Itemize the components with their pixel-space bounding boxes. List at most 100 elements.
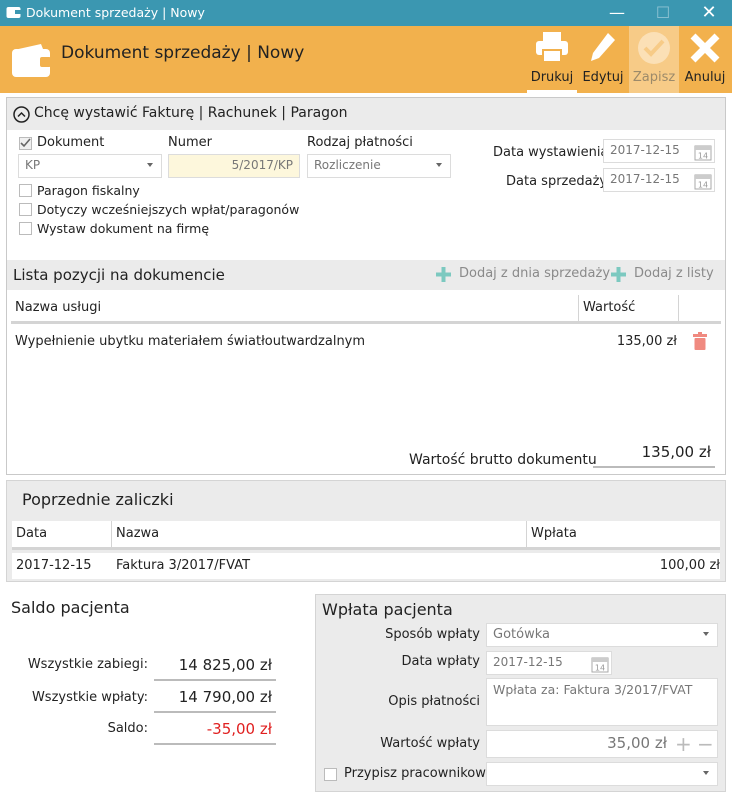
advance-date: 2017-12-15	[16, 558, 92, 573]
document-section-header[interactable]: Chcę wystawić Fakturę | Rachunek | Parag…	[7, 98, 725, 130]
wczesniejsze-wplaty-label: Dotyczy wcześniejszych wpłat/paragonów	[37, 202, 300, 217]
platnosc-select[interactable]: Rozliczenie	[307, 154, 451, 178]
pencil-icon	[591, 33, 615, 61]
page-title: Dokument sprzedaży | Nowy	[61, 43, 305, 63]
minimize-button[interactable]: —	[594, 0, 640, 26]
charges-value: 14 825,00 zł	[154, 656, 276, 681]
platnosc-label: Rodzaj płatności	[307, 135, 413, 150]
method-select[interactable]: Gotówka	[486, 623, 718, 647]
printer-icon	[536, 32, 568, 63]
page-header: Dokument sprzedaży | Nowy Drukuj Edytuj …	[0, 26, 732, 93]
plus-icon	[611, 267, 626, 282]
positions-header: Lista pozycji na dokumencie Dodaj z dnia…	[7, 260, 725, 290]
save-button[interactable]: Zapisz	[629, 26, 679, 93]
col-wartosc[interactable]: Wartość	[579, 295, 679, 321]
print-button[interactable]: Drukuj	[527, 26, 577, 93]
window-titlebar: Dokument sprzedaży | Nowy — ☐ ✕	[0, 0, 732, 26]
paragon-fiskalny-label: Paragon fiskalny	[37, 183, 140, 198]
assign-checkbox[interactable]	[324, 768, 337, 781]
date-field[interactable]: 2017-12-15 14	[486, 651, 612, 675]
calendar-icon[interactable]: 14	[694, 143, 712, 161]
assign-label: Przypisz pracownikowi	[344, 766, 490, 781]
col-wplata[interactable]: Wpłata	[527, 521, 720, 547]
numer-field[interactable]: 5/2017/KP	[168, 154, 300, 178]
plus-icon	[436, 267, 451, 282]
wczesniejsze-wplaty-checkbox[interactable]	[19, 203, 32, 216]
data-wystawienia-label: Data wystawienia	[493, 145, 609, 160]
decrease-button[interactable]: −	[697, 732, 714, 756]
balance-title: Saldo pacjenta	[11, 598, 130, 617]
platnosc-value: Rozliczenie	[314, 158, 381, 172]
desc-label: Opis płatności	[388, 694, 480, 709]
numer-label: Numer	[168, 135, 212, 150]
table-row[interactable]: Wypełnienie ubytku materiałem światłoutw…	[11, 329, 721, 355]
calendar-icon[interactable]: 14	[694, 172, 712, 190]
wallet-icon	[12, 44, 51, 77]
add-from-list-button[interactable]: Dodaj z listy	[634, 266, 714, 281]
amount-label: Wartość wpłaty	[380, 736, 480, 751]
add-from-day-button[interactable]: Dodaj z dnia sprzedaży	[459, 266, 610, 281]
total-label: Wartość brutto dokumentu	[409, 452, 597, 468]
assign-select[interactable]	[486, 762, 718, 786]
advances-table-header: Data Nazwa Wpłata	[12, 521, 720, 550]
window-title: Dokument sprzedaży | Nowy	[26, 5, 205, 20]
dokument-value: KP	[25, 158, 41, 172]
document-section: Chcę wystawić Fakturę | Rachunek | Parag…	[6, 97, 726, 475]
col-data[interactable]: Data	[12, 521, 112, 547]
check-icon	[638, 32, 670, 64]
dokument-select[interactable]: KP	[18, 154, 162, 178]
svg-text:14: 14	[698, 152, 708, 161]
advance-payment: 100,00 zł	[659, 558, 720, 573]
advance-name: Faktura 3/2017/FVAT	[116, 558, 251, 573]
charges-label: Wszystkie zabiegi:	[27, 657, 148, 672]
dokument-na-firme-checkbox[interactable]	[19, 222, 32, 235]
payment-title: Wpłata pacjenta	[322, 600, 453, 619]
desc-textarea[interactable]: Wpłata za: Faktura 3/2017/FVAT	[486, 678, 718, 726]
close-icon	[690, 33, 720, 63]
total-value: 135,00 zł	[593, 443, 715, 468]
data-sprzedazy-label: Data sprzedaży	[506, 174, 608, 189]
chevron-down-icon	[703, 771, 709, 775]
maximize-button[interactable]: ☐	[640, 0, 686, 26]
checkmark-icon	[20, 138, 31, 148]
payment-section: Wpłata pacjenta Sposób wpłaty Gotówka Da…	[315, 594, 726, 792]
numer-value: 5/2017/KP	[231, 158, 293, 172]
desc-value: Wpłata za: Faktura 3/2017/FVAT	[493, 682, 693, 697]
payments-value: 14 790,00 zł	[154, 688, 276, 713]
svg-text:14: 14	[595, 664, 605, 673]
cancel-button[interactable]: Anuluj	[681, 26, 729, 93]
collapse-icon[interactable]	[13, 106, 30, 123]
advances-section: Poprzednie zaliczki Data Nazwa Wpłata 20…	[6, 480, 726, 582]
col-nazwa[interactable]: Nazwa	[112, 521, 527, 547]
balance-section: Saldo pacjenta Wszystkie zabiegi: 14 825…	[0, 590, 310, 808]
table-row[interactable]: 2017-12-15 Faktura 3/2017/FVAT 100,00 zł	[12, 553, 720, 579]
dokument-checkbox[interactable]	[19, 137, 32, 150]
edit-button[interactable]: Edytuj	[579, 26, 627, 93]
data-sprzedazy-field[interactable]: 2017-12-15 14	[603, 168, 715, 192]
paragon-fiskalny-checkbox[interactable]	[19, 184, 32, 197]
window-close-button[interactable]: ✕	[686, 0, 732, 26]
advances-title: Poprzednie zaliczki	[22, 490, 174, 509]
chevron-down-icon	[147, 163, 153, 167]
saldo-value: -35,00 zł	[154, 720, 276, 745]
data-sprzedazy-value: 2017-12-15	[610, 172, 680, 186]
dokument-label: Dokument	[37, 135, 105, 150]
trash-icon[interactable]	[693, 332, 707, 350]
date-label: Data wpłaty	[401, 654, 480, 669]
calendar-icon[interactable]: 14	[591, 655, 609, 673]
wallet-icon	[6, 7, 21, 18]
method-value: Gotówka	[493, 627, 550, 642]
increase-button[interactable]: +	[675, 732, 692, 756]
positions-table-header: Nazwa usługi Wartość	[11, 295, 721, 324]
payments-label: Wszystkie wpłaty:	[31, 690, 148, 705]
svg-text:14: 14	[698, 181, 708, 190]
col-nazwa-uslugi[interactable]: Nazwa usługi	[11, 295, 579, 321]
chevron-down-icon	[436, 163, 442, 167]
amount-value: 35,00 zł	[607, 734, 667, 752]
data-wystawienia-field[interactable]: 2017-12-15 14	[603, 139, 715, 163]
positions-title: Lista pozycji na dokumencie	[13, 266, 225, 284]
saldo-label: Saldo:	[107, 721, 148, 736]
dokument-na-firme-label: Wystaw dokument na firmę	[37, 221, 210, 236]
method-label: Sposób wpłaty	[385, 627, 480, 642]
position-name: Wypełnienie ubytku materiałem światłoutw…	[15, 334, 366, 349]
